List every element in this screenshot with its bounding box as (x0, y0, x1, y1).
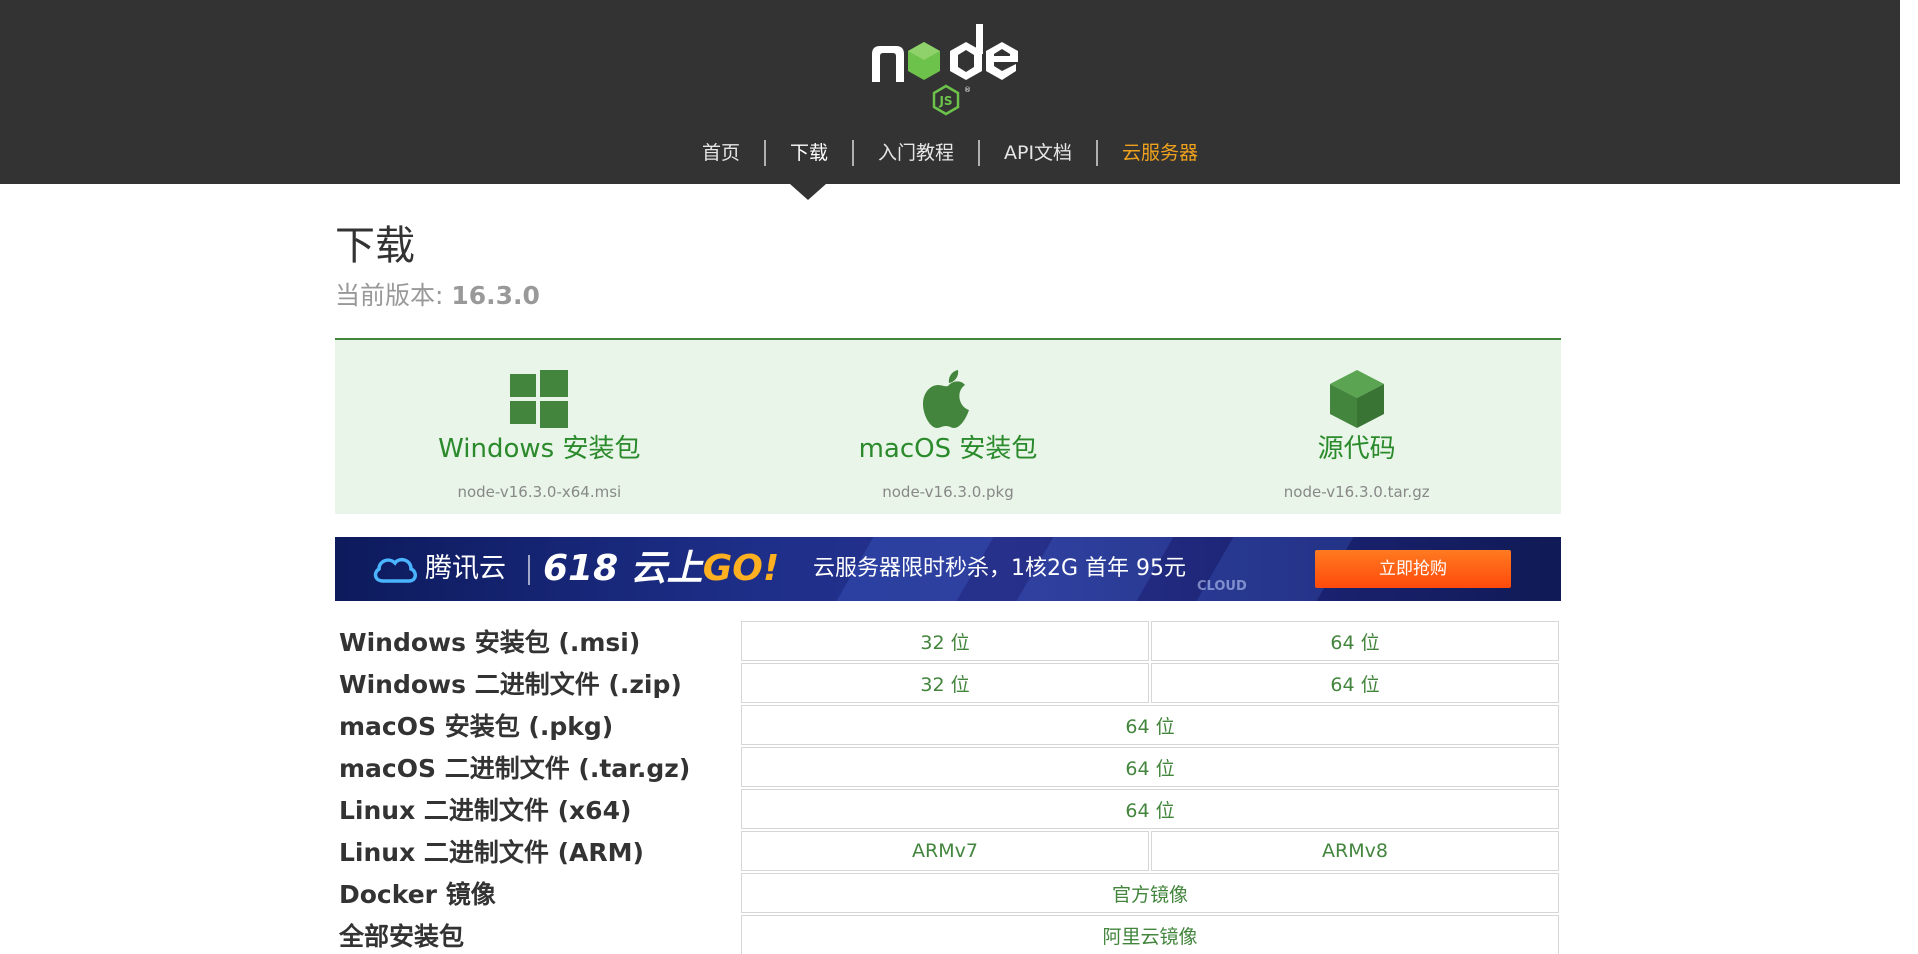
cube-icon (1329, 370, 1384, 428)
table-row-label: Windows 二进制文件 (.zip) (339, 670, 682, 699)
download-source[interactable]: 源代码 node-v16.3.0.tar.gz (1152, 340, 1561, 514)
banner-buy-button[interactable]: 立即抢购 (1315, 550, 1511, 588)
windows-icon (510, 370, 569, 428)
download-link[interactable]: 64 位 (1151, 621, 1559, 661)
current-version: 当前版本: 16.3.0 (335, 280, 540, 312)
table-row-label: 全部安装包 (339, 922, 465, 951)
site-header: JS ® 首页 下载 入门教程 API文档 云服务器 (0, 0, 1900, 184)
nodejs-logo[interactable]: JS ® (866, 20, 1026, 122)
page-viewport: JS ® 首页 下载 入门教程 API文档 云服务器 下载 当前版本: 16.3… (0, 0, 1900, 954)
banner-watermark: CLOUD (1197, 579, 1247, 594)
svg-text:JS: JS (938, 94, 952, 108)
download-source-title: 源代码 (1317, 434, 1396, 464)
table-row-label: Linux 二进制文件 (x64) (339, 796, 632, 825)
main-nav: 首页 下载 入门教程 API文档 云服务器 (0, 138, 1900, 168)
banner-divider (528, 555, 530, 585)
nav-download[interactable]: 下载 (766, 140, 852, 166)
table-row-label: Docker 镜像 (339, 880, 496, 909)
nav-separator (763, 140, 766, 166)
banner-offer: 云服务器限时秒杀，1核2G 首年 95元 (813, 556, 1187, 581)
download-link[interactable]: 阿里云镜像 (741, 915, 1559, 954)
nav-tutorial[interactable]: 入门教程 (854, 140, 978, 166)
table-row: Windows 二进制文件 (.zip) 32 位 64 位 (337, 663, 1559, 703)
table-row-label: Linux 二进制文件 (ARM) (339, 838, 644, 867)
download-windows[interactable]: Windows 安装包 node-v16.3.0-x64.msi (335, 340, 744, 514)
download-macos-file: node-v16.3.0.pkg (882, 483, 1014, 501)
download-link[interactable]: 64 位 (741, 705, 1559, 745)
version-number: 16.3.0 (451, 281, 540, 310)
tencent-cloud-logo-icon (373, 557, 417, 583)
table-row: macOS 安装包 (.pkg) 64 位 (337, 705, 1559, 745)
nav-home[interactable]: 首页 (678, 140, 764, 166)
download-link[interactable]: ARMv8 (1151, 831, 1559, 871)
table-row-label: Windows 安装包 (.msi) (339, 628, 641, 657)
table-row: Linux 二进制文件 (x64) 64 位 (337, 789, 1559, 829)
table-row: macOS 二进制文件 (.tar.gz) 64 位 (337, 747, 1559, 787)
nav-cloud-server[interactable]: 云服务器 (1098, 140, 1222, 166)
table-row: 全部安装包 阿里云镜像 (337, 915, 1559, 954)
download-link[interactable]: 官方镜像 (741, 873, 1559, 913)
download-link[interactable]: 64 位 (741, 789, 1559, 829)
nav-separator (977, 140, 980, 166)
download-link[interactable]: 32 位 (741, 621, 1149, 661)
download-source-file: node-v16.3.0.tar.gz (1283, 483, 1430, 501)
banner-promo-title: 618 云上GO! (543, 546, 779, 592)
nav-separator (1096, 140, 1099, 166)
banner-promo-number: 618 云上 (543, 548, 703, 589)
table-row-label: macOS 二进制文件 (.tar.gz) (339, 754, 691, 783)
download-panel: Windows 安装包 node-v16.3.0-x64.msi macOS 安… (335, 338, 1561, 514)
download-windows-title: Windows 安装包 (438, 434, 641, 464)
version-label: 当前版本: (335, 281, 452, 310)
banner-promo-go: GO! (702, 548, 780, 589)
download-link[interactable]: 32 位 (741, 663, 1149, 703)
page-title: 下载 (335, 223, 415, 269)
download-macos[interactable]: macOS 安装包 node-v16.3.0.pkg (744, 340, 1153, 514)
download-macos-title: macOS 安装包 (858, 434, 1038, 464)
svg-text:®: ® (964, 86, 971, 94)
download-table: Windows 安装包 (.msi) 32 位 64 位 Windows 二进制文件 … (335, 619, 1561, 954)
nav-api-docs[interactable]: API文档 (980, 140, 1096, 166)
nav-separator (851, 140, 854, 166)
table-row: Docker 镜像 官方镜像 (337, 873, 1559, 913)
download-link[interactable]: ARMv7 (741, 831, 1149, 871)
download-link[interactable]: 64 位 (1151, 663, 1559, 703)
download-windows-file: node-v16.3.0-x64.msi (457, 483, 622, 501)
table-row: Windows 安装包 (.msi) 32 位 64 位 (337, 621, 1559, 661)
apple-icon (923, 370, 969, 428)
active-nav-indicator (790, 184, 826, 200)
table-row: Linux 二进制文件 (ARM) ARMv7 ARMv8 (337, 831, 1559, 871)
promo-banner[interactable]: 腾讯云 618 云上GO! 云服务器限时秒杀，1核2G 首年 95元 CLOUD… (335, 537, 1561, 601)
download-link[interactable]: 64 位 (741, 747, 1559, 787)
table-row-label: macOS 安装包 (.pkg) (339, 712, 614, 741)
banner-brand: 腾讯云 (425, 553, 506, 584)
